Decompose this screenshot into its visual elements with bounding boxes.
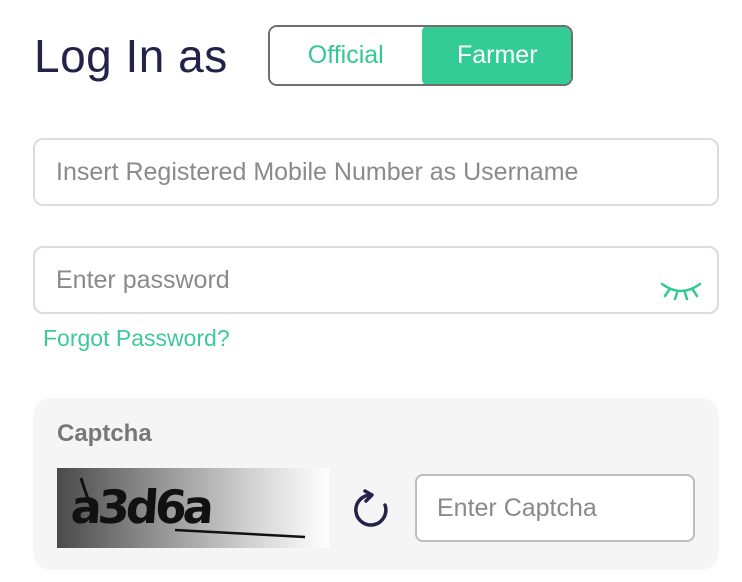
role-option-official[interactable]: Official bbox=[270, 27, 422, 84]
role-toggle: Official Farmer bbox=[268, 25, 573, 86]
password-field-container bbox=[33, 246, 719, 314]
role-option-farmer[interactable]: Farmer bbox=[421, 27, 571, 84]
page-title: Log In as bbox=[34, 30, 228, 82]
captcha-panel: Captcha a3d6a bbox=[33, 398, 719, 570]
captcha-field-container bbox=[415, 474, 695, 542]
username-input[interactable] bbox=[35, 140, 717, 204]
forgot-password-link[interactable]: Forgot Password? bbox=[43, 325, 230, 352]
username-field-container bbox=[33, 138, 719, 206]
captcha-input[interactable] bbox=[417, 476, 693, 540]
password-input[interactable] bbox=[35, 248, 717, 312]
captcha-image: a3d6a bbox=[57, 468, 329, 548]
refresh-icon[interactable] bbox=[351, 487, 391, 531]
captcha-label: Captcha bbox=[57, 420, 152, 447]
captcha-noise-lines bbox=[79, 477, 306, 539]
eye-closed-icon[interactable] bbox=[659, 278, 703, 302]
